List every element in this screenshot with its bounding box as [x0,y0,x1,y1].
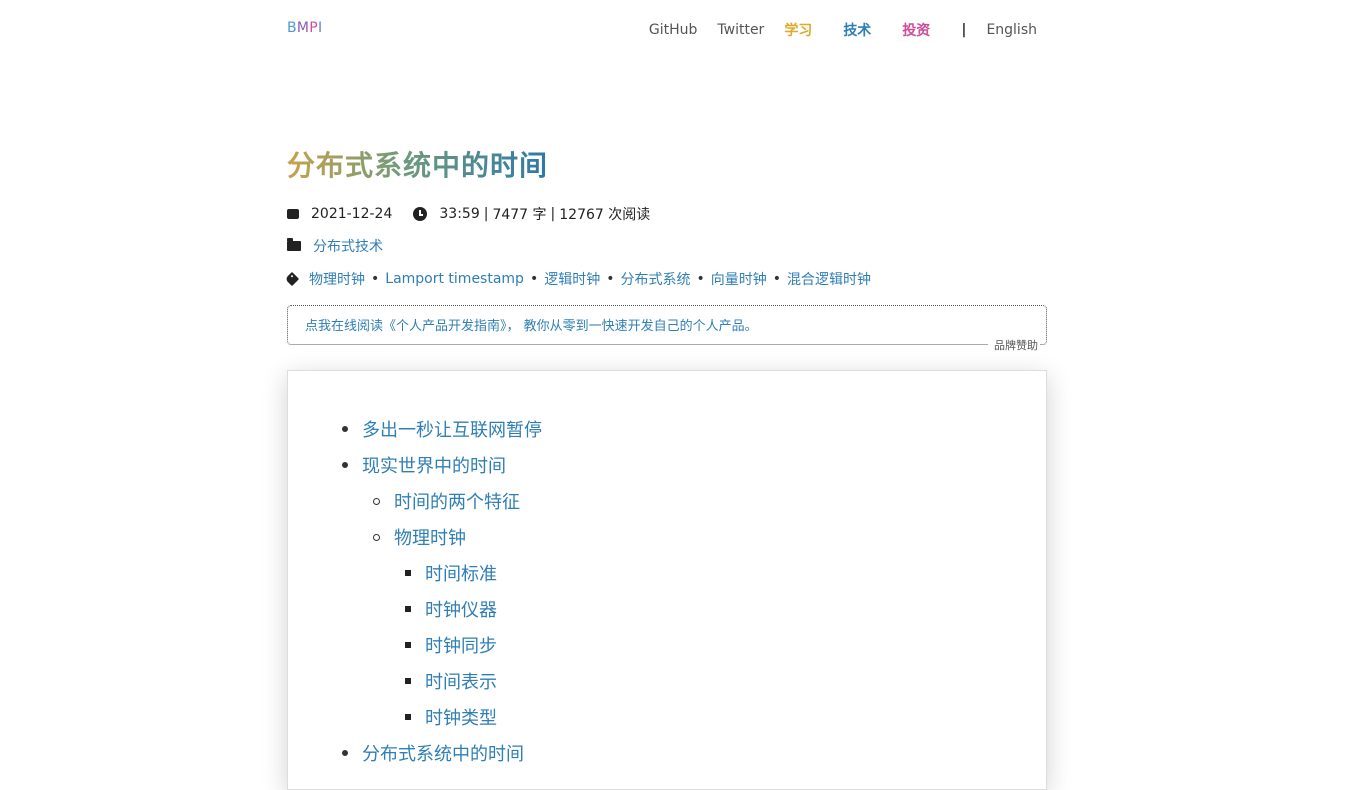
folder-icon [287,238,301,251]
post-category-link[interactable]: 分布式技术 [313,236,383,256]
site-logo[interactable]: BMPI [287,20,322,36]
bullet-icon [405,642,411,648]
post-category-row: 分布式技术 [287,236,383,256]
logo-letter: M [296,20,310,36]
logo-letter: P [309,20,319,36]
toc-item-label: 多出一秒让互联网暂停 [362,420,542,441]
tag-separator: • [696,271,705,287]
tag-separator: • [606,271,615,287]
bullet-icon [405,570,411,576]
bullet-icon [342,750,348,756]
sponsor-banner: 点我在线阅读《个人产品开发指南》， 教你从零到一快速开发自己的个人产品。 品牌赞… [287,305,1047,353]
bullet-icon [342,462,348,468]
toc-item[interactable]: 时钟类型 [405,705,497,729]
toc-item-label: 时间表示 [425,672,497,693]
post-tags-row: 物理时钟 • Lamport timestamp • 逻辑时钟 • 分布式系统 … [284,269,871,289]
nav-english[interactable]: English [986,22,1037,38]
toc-item-label: 现实世界中的时间 [362,456,506,477]
top-nav: GitHub Twitter 学习 技术 投资 | English [649,18,1037,42]
bullet-icon [373,533,380,541]
toc-item[interactable]: 时间表示 [405,669,497,693]
toc-item-label: 时钟仪器 [425,600,497,621]
bullet-icon [373,497,380,505]
table-of-contents: 多出一秒让互联网暂停 现实世界中的时间 时间的两个特征 物理时钟 时间标准 时钟… [287,370,1047,790]
tag-separator: • [772,271,782,287]
toc-item[interactable]: 分布式系统中的时间 [342,741,524,765]
bullet-icon [342,426,348,432]
toc-item-label: 时钟类型 [425,708,497,729]
meta-separator: | [550,206,556,222]
bullet-icon [405,606,411,612]
post-duration: 33:59 [439,206,480,222]
toc-item-label: 时间标准 [425,564,497,585]
tag-link[interactable]: 混合逻辑时钟 [787,269,871,289]
post-date: 2021-12-24 [311,206,393,222]
nav-twitter[interactable]: Twitter [717,22,764,38]
toc-item-label: 分布式系统中的时间 [362,744,524,765]
tag-link[interactable]: 逻辑时钟 [544,269,600,289]
post-title: 分布式系统中的时间 [287,144,548,184]
toc-item[interactable]: 时间标准 [405,561,497,585]
tag-icon [284,271,300,287]
nav-github[interactable]: GitHub [649,22,698,38]
post-meta-row: 2021-12-24 33:59 | 7477 字 | 12767 次阅读 [287,204,650,224]
sponsor-link[interactable]: 点我在线阅读《个人产品开发指南》， 教你从零到一快速开发自己的个人产品。 [305,315,758,334]
toc-item[interactable]: 时间的两个特征 [373,489,520,513]
post-read-count: 12767 次阅读 [559,207,651,223]
tag-link[interactable]: 向量时钟 [711,269,767,289]
nav-learn[interactable]: 学习 [784,20,812,40]
toc-item-label: 时钟同步 [425,636,497,657]
post-word-count: 7477 字 [492,207,547,223]
toc-item[interactable]: 时钟同步 [405,633,497,657]
calendar-icon [287,209,299,219]
tag-link[interactable]: 物理时钟 [309,269,365,289]
toc-item-label: 时间的两个特征 [394,492,520,513]
meta-separator: | [483,206,489,222]
site-header: BMPI GitHub Twitter 学习 技术 投资 | English [287,18,1047,42]
nav-tech[interactable]: 技术 [843,20,871,40]
logo-letter: I [318,20,323,36]
bullet-icon [405,714,411,720]
toc-item[interactable]: 现实世界中的时间 [342,453,506,477]
sponsor-label: 品牌赞助 [988,337,1040,353]
toc-item[interactable]: 多出一秒让互联网暂停 [342,417,542,441]
tag-link[interactable]: 分布式系统 [620,269,690,289]
toc-item[interactable]: 物理时钟 [373,525,466,549]
toc-item[interactable]: 时钟仪器 [405,597,497,621]
nav-invest[interactable]: 投资 [902,20,930,40]
tag-link[interactable]: Lamport timestamp [385,271,524,287]
bullet-icon [405,678,411,684]
toc-item-label: 物理时钟 [394,528,466,549]
clock-icon [413,207,428,221]
tag-separator: • [371,271,380,287]
tag-separator: • [529,271,539,287]
logo-letter: B [287,20,297,36]
nav-separator: | [961,22,967,38]
